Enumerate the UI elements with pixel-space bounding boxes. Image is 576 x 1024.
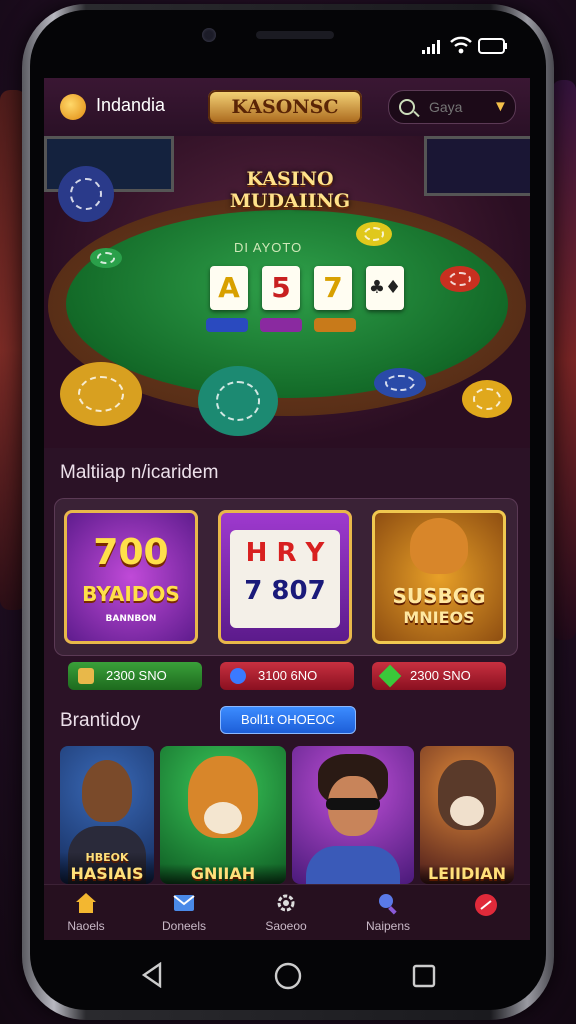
betting-pad — [260, 318, 302, 332]
nav-item-settings[interactable]: Saoeoo — [246, 885, 326, 940]
game-tile[interactable]: LEIIDIAN — [420, 746, 514, 884]
playing-card: A — [210, 266, 248, 310]
poker-chip — [60, 362, 142, 426]
playing-card: 5 — [262, 266, 300, 310]
poker-chip — [462, 380, 512, 418]
search-icon[interactable] — [399, 99, 415, 115]
nav-item-messages[interactable]: Doneels — [144, 885, 224, 940]
bet-button[interactable]: 3100 6NO — [220, 662, 354, 690]
playing-card: 7 — [314, 266, 352, 310]
gem-icon — [378, 664, 402, 688]
section-title-featured: Brantidoy — [60, 710, 141, 731]
poker-chip — [440, 266, 480, 292]
game-tile[interactable]: GNIIAH — [160, 746, 286, 884]
bet-button[interactable]: 2300 SNO — [372, 662, 506, 690]
slot-game-card[interactable]: SUSBGG MNIEOS — [372, 510, 506, 644]
magnifier-icon — [379, 894, 397, 915]
app-header: Indandia KASONSC ▼ — [44, 78, 530, 136]
poker-chip — [374, 368, 426, 398]
nav-item-home[interactable]: Naoels — [46, 885, 126, 940]
hero-title: KASINO MUDAIING — [229, 168, 351, 212]
hero-banner[interactable]: KASINO MUDAIING DI AYOTO A 5 7 ♣♦ — [44, 136, 530, 448]
background-slot-machine-right — [552, 80, 576, 640]
felt-text: DI AYOTO — [234, 240, 303, 255]
playing-card: ♣♦ — [366, 266, 404, 310]
recents-icon[interactable] — [412, 964, 436, 988]
game-tile[interactable]: HBEOK HASIAIS — [60, 746, 154, 884]
poker-chip — [356, 222, 392, 246]
front-camera — [202, 28, 216, 42]
brand-coin-icon — [60, 94, 86, 120]
mail-icon — [173, 895, 195, 911]
earpiece-speaker — [256, 31, 334, 39]
heart-icon — [230, 668, 246, 684]
status-bar — [30, 10, 546, 76]
battery-icon — [478, 38, 507, 54]
dog-muzzle — [450, 796, 484, 826]
bottom-navigation: Naoels Doneels Saoeoo Naipens — [44, 884, 530, 940]
home-icon — [76, 893, 96, 913]
slots-carousel: 700 BYAIDOS BANNBON H R Y 7 807 SUSBGG M… — [54, 498, 518, 656]
brand-name[interactable]: Indandia — [96, 95, 165, 116]
poker-chip — [90, 248, 122, 268]
casino-logo[interactable]: KASONSC — [208, 90, 362, 124]
game-tile[interactable] — [292, 746, 414, 884]
bet-button[interactable]: 2300 SNO — [68, 662, 202, 690]
app-screen: Indandia KASONSC ▼ KASINOMUDAIING DI AYO… — [44, 78, 530, 940]
red-badge-icon — [475, 894, 497, 916]
featured-cta-button[interactable]: Boll1t OHOEOC — [220, 706, 356, 734]
back-icon[interactable] — [140, 962, 164, 988]
gear-icon — [277, 894, 295, 912]
dog-muzzle — [204, 802, 242, 834]
home-circle-icon[interactable] — [274, 962, 302, 990]
slot-game-card[interactable]: 700 BYAIDOS BANNBON — [64, 510, 198, 644]
signal-icon — [422, 40, 440, 54]
poker-chip — [198, 366, 278, 436]
betting-pad — [314, 318, 356, 332]
section-title-slots: Maltiiap n/icaridem — [60, 462, 219, 483]
nav-item-alert[interactable] — [446, 885, 526, 940]
phone-bezel: Indandia KASONSC ▼ KASINOMUDAIING DI AYO… — [30, 10, 546, 1010]
search-input[interactable] — [427, 98, 481, 116]
monitor-right — [424, 136, 530, 196]
wifi-icon — [450, 36, 472, 54]
coins-icon — [78, 668, 94, 684]
betting-pad — [206, 318, 248, 332]
dog-mascot — [410, 518, 468, 574]
search-box[interactable]: ▼ — [388, 90, 516, 124]
poker-chip — [58, 166, 114, 222]
character-shirt — [306, 846, 400, 884]
character-portrait — [82, 760, 132, 822]
system-navigation-bar — [30, 940, 546, 1010]
sunglasses-icon — [326, 798, 380, 810]
nav-item-search[interactable]: Naipens — [348, 885, 428, 940]
slot-game-card[interactable]: H R Y 7 807 — [218, 510, 352, 644]
filter-icon[interactable]: ▼ — [493, 98, 508, 115]
